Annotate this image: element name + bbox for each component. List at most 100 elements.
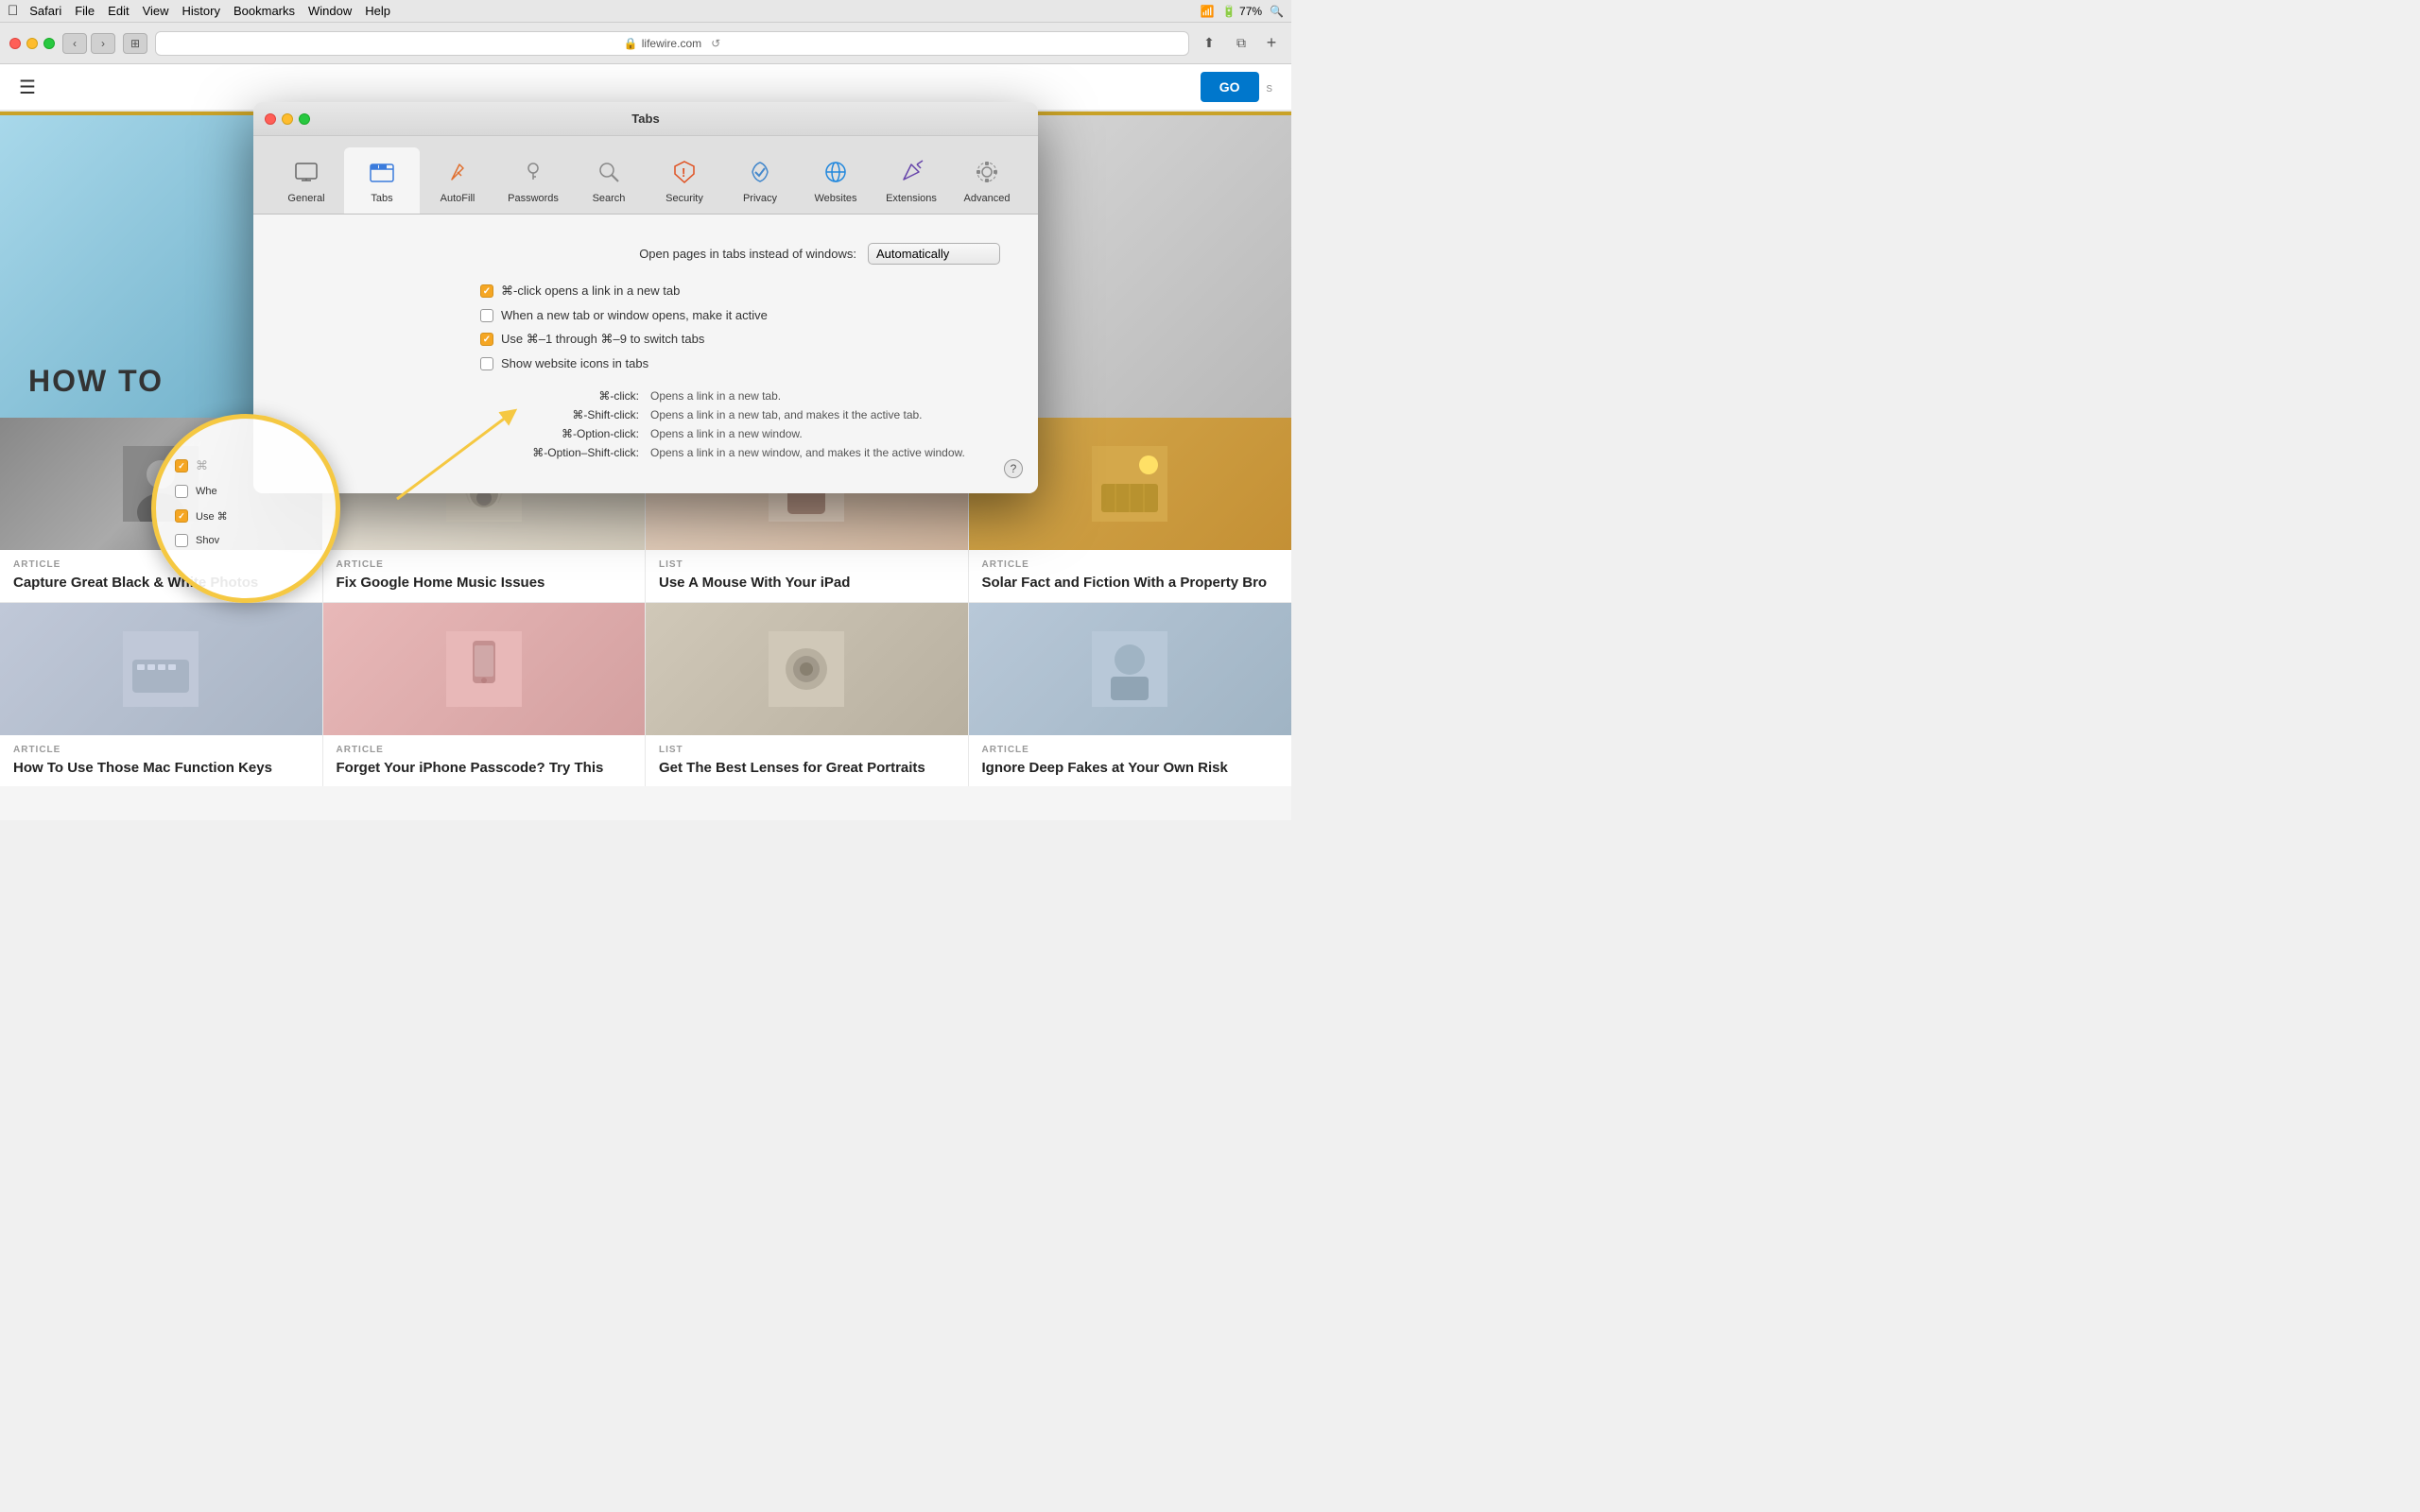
prefs-tool-search[interactable]: Search <box>571 147 647 214</box>
prefs-tool-extensions[interactable]: Extensions <box>873 147 949 214</box>
menu-file[interactable]: File <box>75 4 95 18</box>
menu-bookmarks[interactable]: Bookmarks <box>233 4 295 18</box>
zoom-checkbox-row-4: Shov <box>175 534 317 547</box>
autofill-icon <box>441 155 475 189</box>
zoom-checkbox-1 <box>175 459 188 472</box>
general-icon <box>289 155 323 189</box>
checkbox-row-website-icons: Show website icons in tabs <box>480 356 1000 370</box>
address-bar[interactable]: 🔒 lifewire.com ↺ <box>155 31 1189 56</box>
prefs-shortcuts: ⌘-click: Opens a link in a new tab. ⌘-Sh… <box>480 389 1000 459</box>
prefs-tool-passwords-label: Passwords <box>508 193 559 204</box>
zoom-checkbox-3 <box>175 509 188 523</box>
zoom-checkbox-row-3: Use ⌘ <box>175 509 317 523</box>
lock-icon: 🔒 <box>624 37 638 50</box>
battery-icon: 🔋 77% <box>1222 5 1262 18</box>
zoom-content: ⌘ Whe Use ⌘ Shov <box>156 439 336 577</box>
open-pages-row: Open pages in tabs instead of windows: N… <box>291 243 1000 265</box>
reload-button[interactable]: ↺ <box>711 37 720 50</box>
menu-history[interactable]: History <box>182 4 220 18</box>
prefs-tool-extensions-label: Extensions <box>886 193 937 204</box>
prefs-tool-advanced[interactable]: Advanced <box>949 147 1025 214</box>
privacy-icon <box>743 155 777 189</box>
checkbox-row-new-tab-active: When a new tab or window opens, make it … <box>480 308 1000 322</box>
zoom-label-4: Shov <box>196 535 219 546</box>
shortcut-desc-2: Opens a link in a new tab, and makes it … <box>650 408 923 421</box>
prefs-content: Open pages in tabs instead of windows: N… <box>253 215 1038 493</box>
open-pages-select-wrapper: Never Automatically Always <box>868 243 1000 265</box>
zoom-circle: ⌘ Whe Use ⌘ Shov <box>151 414 340 603</box>
zoom-label-3: Use ⌘ <box>196 510 228 523</box>
forward-button[interactable]: › <box>91 33 115 54</box>
checkbox-cmd-click[interactable] <box>480 284 493 298</box>
prefs-tool-autofill-label: AutoFill <box>441 193 475 204</box>
zoom-label-1: ⌘ <box>196 458 208 473</box>
prefs-tool-advanced-label: Advanced <box>964 193 1011 204</box>
shortcut-desc-1: Opens a link in a new tab. <box>650 389 781 403</box>
prefs-checkboxes: ⌘-click opens a link in a new tab When a… <box>480 284 1000 370</box>
shortcut-row-1: ⌘-click: Opens a link in a new tab. <box>480 389 1000 403</box>
svg-text:!: ! <box>682 165 685 180</box>
prefs-minimize-button[interactable] <box>282 113 293 125</box>
prefs-tool-general-label: General <box>287 193 324 204</box>
menu-safari[interactable]: Safari <box>29 4 61 18</box>
passwords-icon <box>516 155 550 189</box>
menu-edit[interactable]: Edit <box>108 4 129 18</box>
prefs-tool-tabs-label: Tabs <box>371 193 392 204</box>
shortcut-desc-4: Opens a link in a new window, and makes … <box>650 446 965 459</box>
checkbox-row-cmd-click: ⌘-click opens a link in a new tab <box>480 284 1000 299</box>
close-button[interactable] <box>9 38 21 49</box>
minimize-button[interactable] <box>26 38 38 49</box>
prefs-tool-privacy[interactable]: Privacy <box>722 147 798 214</box>
prefs-tool-websites-label: Websites <box>814 193 856 204</box>
browser-chrome: ‹ › ⊞ 🔒 lifewire.com ↺ ⬆ ⧉ + <box>0 23 1291 64</box>
apple-menu[interactable]:  <box>8 3 18 19</box>
menubar-right: 📶 🔋 77% 🔍 <box>1201 5 1284 18</box>
prefs-tool-tabs[interactable]: Tabs <box>344 147 420 214</box>
prefs-tool-general[interactable]: General <box>268 147 344 214</box>
menu-view[interactable]: View <box>143 4 169 18</box>
shortcut-key-1: ⌘-click: <box>480 389 650 403</box>
sidebar-toggle[interactable]: ⊞ <box>123 33 147 54</box>
prefs-tool-passwords[interactable]: Passwords <box>495 147 571 214</box>
menu-items: Safari File Edit View History Bookmarks … <box>29 4 390 18</box>
prefs-titlebar: Tabs <box>253 102 1038 136</box>
new-tab-button[interactable]: + <box>1261 33 1282 54</box>
zoom-checkbox-row-2: Whe <box>175 485 317 498</box>
prefs-help-button[interactable]: ? <box>1004 459 1023 478</box>
shortcut-row-3: ⌘-Option-click: Opens a link in a new wi… <box>480 427 1000 440</box>
prefs-zoom-button[interactable] <box>299 113 310 125</box>
checkbox-website-icons[interactable] <box>480 357 493 370</box>
shortcut-key-3: ⌘-Option-click: <box>480 427 650 440</box>
checkbox-cmd-click-label: ⌘-click opens a link in a new tab <box>501 284 680 299</box>
menu-window[interactable]: Window <box>308 4 352 18</box>
back-button[interactable]: ‹ <box>62 33 87 54</box>
prefs-traffic-lights <box>265 113 310 125</box>
url-text[interactable]: lifewire.com <box>642 37 701 50</box>
share-button[interactable]: ⬆ <box>1197 33 1221 54</box>
checkbox-website-icons-label: Show website icons in tabs <box>501 356 648 370</box>
maximize-button[interactable] <box>43 38 55 49</box>
website-background: ☰ GO s HOW TO <box>0 64 1291 820</box>
checkbox-cmd-1-9[interactable] <box>480 333 493 346</box>
shortcut-key-4: ⌘-Option–Shift-click: <box>480 446 650 459</box>
tabs-icon <box>365 155 399 189</box>
prefs-close-button[interactable] <box>265 113 276 125</box>
prefs-tool-security[interactable]: ! Security <box>647 147 722 214</box>
open-pages-select[interactable]: Never Automatically Always <box>868 243 1000 265</box>
shortcut-row-2: ⌘-Shift-click: Opens a link in a new tab… <box>480 408 1000 421</box>
checkbox-cmd-1-9-label: Use ⌘–1 through ⌘–9 to switch tabs <box>501 332 704 347</box>
checkbox-new-tab-active-label: When a new tab or window opens, make it … <box>501 308 768 322</box>
menubar:  Safari File Edit View History Bookmark… <box>0 0 1291 23</box>
prefs-overlay: Tabs General <box>0 64 1291 820</box>
prefs-tool-search-label: Search <box>593 193 626 204</box>
prefs-toolbar: General Tabs <box>253 136 1038 215</box>
advanced-icon <box>970 155 1004 189</box>
prefs-tool-websites[interactable]: Websites <box>798 147 873 214</box>
security-icon: ! <box>667 155 701 189</box>
prefs-tool-autofill[interactable]: AutoFill <box>420 147 495 214</box>
checkbox-new-tab-active[interactable] <box>480 309 493 322</box>
zoom-checkbox-2 <box>175 485 188 498</box>
reading-list-button[interactable]: ⧉ <box>1229 33 1253 54</box>
menu-help[interactable]: Help <box>365 4 390 18</box>
search-icon[interactable]: 🔍 <box>1270 5 1284 18</box>
